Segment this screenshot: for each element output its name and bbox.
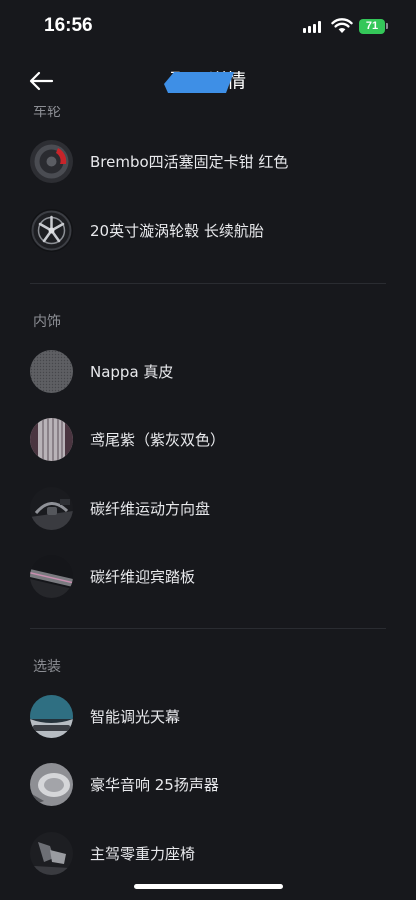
list-item-zero-gravity-seat[interactable]: 主驾零重力座椅	[0, 826, 416, 882]
list-item-nappa[interactable]: Nappa 真皮	[0, 344, 416, 400]
section-divider	[30, 628, 386, 629]
list-item-steering-wheel[interactable]: 碳纤维运动方向盘	[0, 481, 416, 537]
arrow-left-icon	[29, 71, 54, 91]
list-item-brake-caliper[interactable]: Brembo四活塞固定卡钳 红色	[0, 134, 416, 190]
item-label: 鸢尾紫（紫灰双色）	[90, 431, 226, 449]
back-button[interactable]	[24, 64, 60, 98]
list-item-audio[interactable]: 豪华音响 25扬声器	[0, 757, 416, 813]
section-label-options: 选装	[33, 659, 61, 675]
speaker-image	[30, 763, 73, 806]
item-label: 碳纤维迎宾踏板	[90, 568, 196, 586]
wheel-rim-image	[30, 209, 73, 252]
wifi-icon	[331, 18, 353, 33]
list-item-wheel[interactable]: 20英寸漩涡轮毂 长续航胎	[0, 203, 416, 259]
cellular-signal-icon	[303, 21, 325, 33]
list-item-sunroof[interactable]: 智能调光天幕	[0, 689, 416, 745]
item-label: 豪华音响 25扬声器	[90, 776, 219, 794]
item-label: Nappa 真皮	[90, 363, 174, 381]
redaction-mark	[164, 72, 234, 93]
item-label: 智能调光天幕	[90, 708, 181, 726]
steering-wheel-image	[30, 487, 73, 530]
list-item-iris-purple[interactable]: 鸢尾紫（紫灰双色）	[0, 412, 416, 468]
list-item-door-sill[interactable]: 碳纤维迎宾踏板	[0, 549, 416, 605]
sunroof-image	[30, 695, 73, 738]
seat-fabric-image	[30, 418, 73, 461]
brake-caliper-image	[30, 140, 73, 183]
status-bar: 16:56 71	[0, 0, 416, 56]
item-label: 主驾零重力座椅	[90, 845, 196, 863]
zero-gravity-seat-image	[30, 832, 73, 875]
home-indicator[interactable]	[134, 884, 283, 889]
item-label: Brembo四活塞固定卡钳 红色	[90, 153, 289, 171]
section-label-interior: 内饰	[33, 314, 61, 330]
item-label: 碳纤维运动方向盘	[90, 500, 211, 518]
section-label-wheels: 车轮	[33, 106, 61, 118]
battery-icon: 71	[359, 19, 385, 34]
door-sill-image	[30, 555, 73, 598]
item-label: 20英寸漩涡轮毂 长续航胎	[90, 222, 264, 240]
battery-tip	[386, 23, 388, 29]
leather-texture-image	[30, 350, 73, 393]
status-time: 16:56	[44, 15, 93, 36]
section-divider	[30, 283, 386, 284]
